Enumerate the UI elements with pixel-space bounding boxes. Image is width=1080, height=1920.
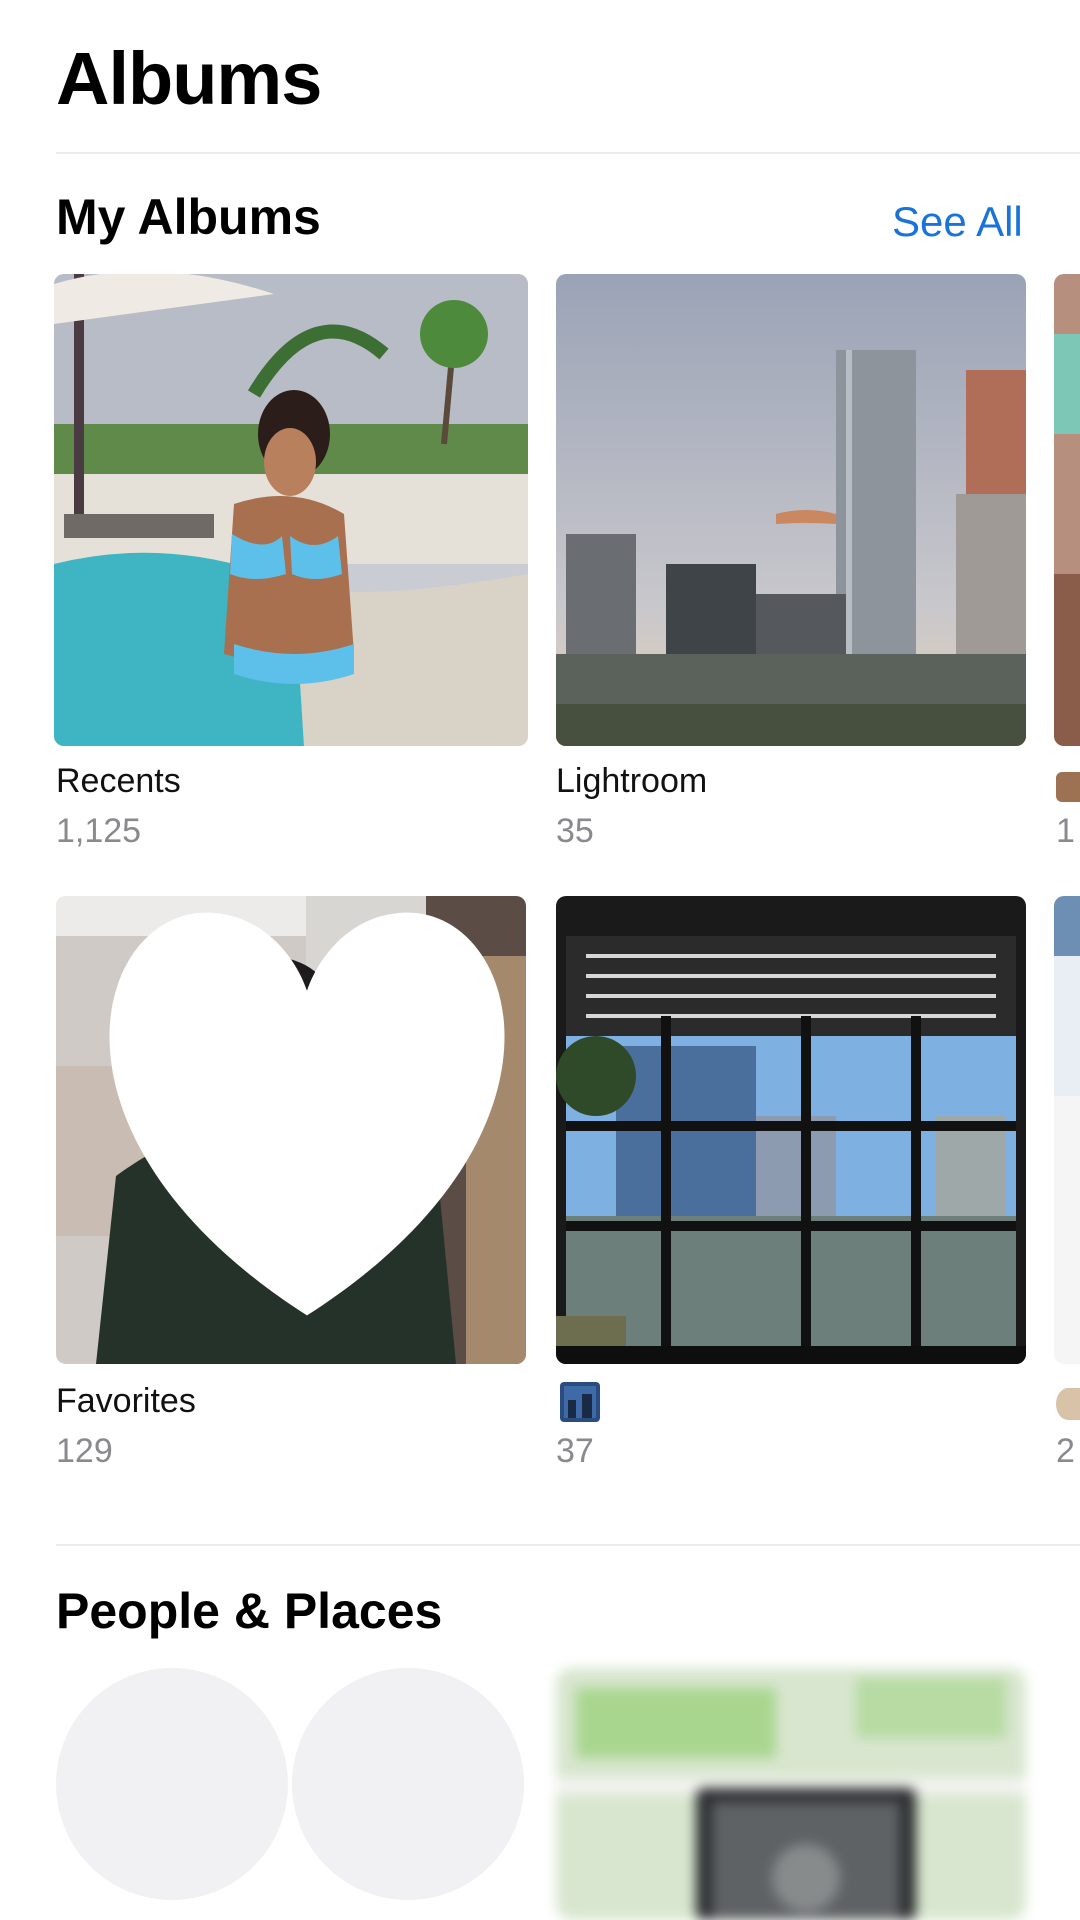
album-count-lightroom: 35 bbox=[556, 812, 594, 850]
album-thumbnail-lightroom[interactable] bbox=[556, 274, 1026, 746]
album-thumbnail-window-view[interactable] bbox=[556, 896, 1026, 1364]
album-count-partial-2: 2 bbox=[1056, 1432, 1075, 1470]
places-map-thumbnail[interactable] bbox=[556, 1668, 1026, 1920]
people-placeholder-1[interactable] bbox=[56, 1668, 288, 1900]
album-count-partial-1: 1 bbox=[1056, 812, 1075, 850]
favorite-heart-icon bbox=[109, 912, 505, 1316]
my-albums-title: My Albums bbox=[56, 189, 321, 245]
album-mini-icon-partial-2 bbox=[1056, 1388, 1080, 1420]
album-count-recents: 1,125 bbox=[56, 812, 142, 850]
album-label-recents: Recents bbox=[56, 762, 181, 800]
album-thumbnail-partial-1[interactable] bbox=[1054, 274, 1080, 746]
people-placeholder-2[interactable] bbox=[292, 1668, 524, 1900]
section-divider bbox=[56, 1544, 1080, 1546]
album-thumbnail-partial-2[interactable] bbox=[1054, 896, 1080, 1364]
album-thumbnail-recents[interactable] bbox=[54, 274, 528, 746]
album-count-favorites: 129 bbox=[56, 1432, 113, 1470]
page-title: Albums bbox=[56, 37, 322, 120]
see-all-button[interactable]: See All bbox=[892, 198, 1023, 246]
people-places-title: People & Places bbox=[56, 1583, 443, 1639]
album-mini-icon-partial bbox=[1056, 772, 1080, 802]
header-divider bbox=[56, 152, 1080, 154]
album-label-lightroom: Lightroom bbox=[556, 762, 708, 800]
album-label-favorites: Favorites bbox=[56, 1382, 196, 1420]
album-count-window-view: 37 bbox=[556, 1432, 594, 1470]
album-thumbnail-favorites[interactable] bbox=[56, 896, 526, 1364]
album-mini-thumbnail-icon bbox=[560, 1382, 600, 1422]
